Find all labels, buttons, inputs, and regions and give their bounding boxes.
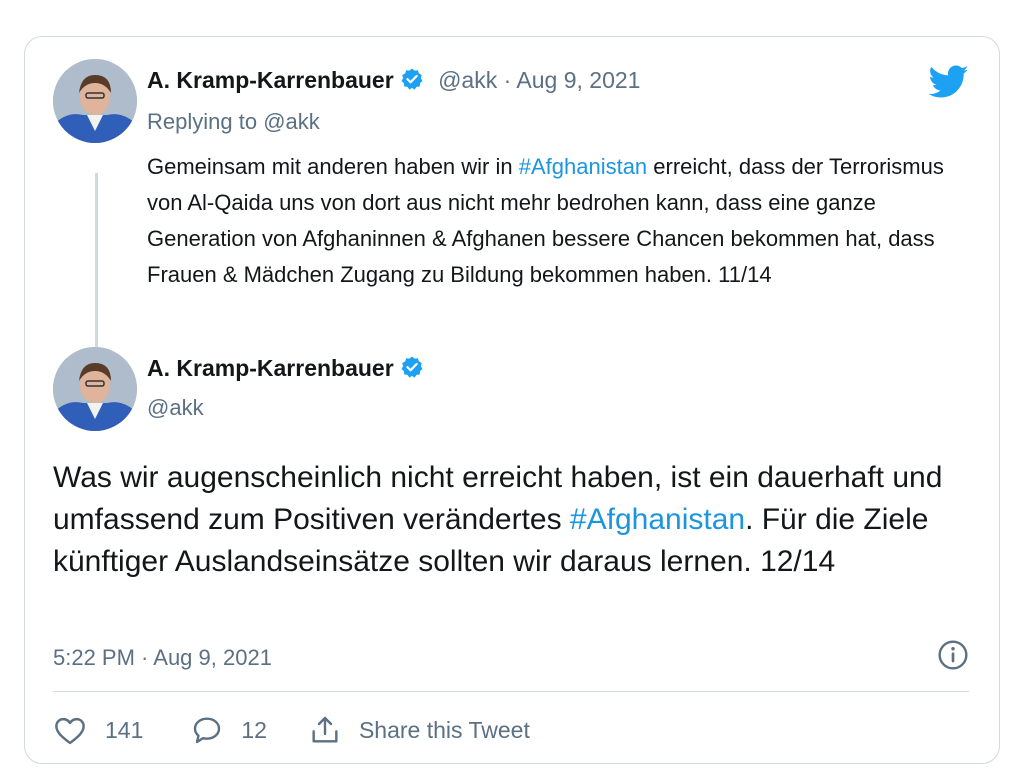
thread-line: [95, 173, 98, 371]
reply-button[interactable]: 12: [191, 715, 267, 745]
author-name[interactable]: A. Kramp-Karrenbauer: [147, 355, 394, 381]
tweet-text-part: Gemeinsam mit anderen haben wir in: [147, 154, 519, 179]
comment-icon: [194, 717, 221, 744]
main-tweet-text: Was wir augenscheinlich nicht erreicht h…: [53, 457, 953, 583]
author-name[interactable]: A. Kramp-Karrenbauer: [147, 67, 394, 93]
like-button[interactable]: 141: [53, 715, 143, 745]
like-count: 141: [105, 716, 144, 743]
divider: [53, 691, 969, 692]
hashtag-link[interactable]: #Afghanistan: [519, 154, 647, 179]
reply-tweet-header: A. Kramp-Karrenbauer @akk · Aug 9, 2021: [147, 67, 640, 97]
share-icon: [312, 716, 338, 743]
tweet-card: A. Kramp-Karrenbauer @akk · Aug 9, 2021 …: [24, 36, 1000, 764]
reply-count: 12: [241, 716, 267, 743]
avatar[interactable]: [53, 347, 137, 431]
tweet-timestamp[interactable]: 5:22 PM · Aug 9, 2021: [53, 645, 272, 671]
main-tweet-header: A. Kramp-Karrenbauer: [147, 355, 424, 385]
hashtag-link[interactable]: #Afghanistan: [570, 503, 745, 536]
verified-badge-icon: [400, 67, 424, 97]
replying-to: Replying to @akk: [147, 109, 320, 135]
replying-to-handle[interactable]: @akk: [263, 109, 320, 134]
author-handle[interactable]: @akk: [147, 395, 204, 421]
twitter-logo-icon[interactable]: [928, 65, 969, 104]
replying-to-label: Replying to: [147, 109, 264, 134]
tweet-date[interactable]: Aug 9, 2021: [516, 67, 640, 93]
share-button[interactable]: Share this Tweet: [309, 714, 530, 746]
action-bar: 141 12 Share this Tweet: [53, 713, 530, 747]
reply-tweet-text: Gemeinsam mit anderen haben wir in #Afgh…: [147, 149, 967, 293]
heart-icon: [55, 717, 85, 745]
verified-badge-icon: [400, 355, 424, 385]
author-handle[interactable]: @akk: [438, 67, 497, 93]
share-label: Share this Tweet: [358, 716, 530, 743]
avatar[interactable]: [53, 59, 137, 143]
separator: ·: [497, 67, 517, 93]
info-icon[interactable]: [937, 639, 969, 676]
